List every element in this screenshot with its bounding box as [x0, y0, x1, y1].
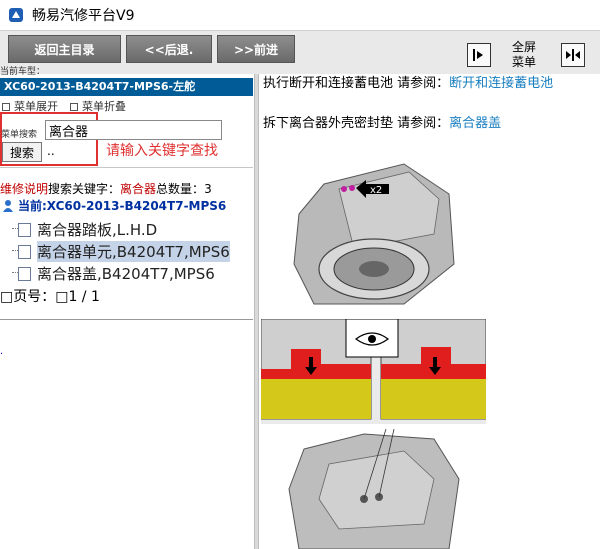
- search-result-summary: 维修说明搜索关键字：离合器总数量：3: [0, 182, 212, 196]
- fullscreen-menu-label[interactable]: 全屏 菜单: [506, 40, 542, 70]
- tree-item[interactable]: 离合器踏板,L.H.D: [12, 219, 157, 240]
- gearbox-illustration: x2: [293, 163, 455, 305]
- search-dots: ..: [47, 144, 55, 158]
- document-icon: [18, 244, 31, 259]
- tree-item[interactable]: 离合器单元,B4204T7,MPS6: [12, 241, 230, 262]
- link-dot[interactable]: .: [0, 346, 3, 357]
- left-panel: 当前车型： XC60-2013-B4204T7-MPS6-左舵 菜单展开 菜单折…: [0, 67, 253, 549]
- arrow-right-icon: [473, 49, 483, 61]
- tree-item[interactable]: 离合器盖,B4204T7,MPS6: [12, 263, 215, 284]
- window-title: 畅易汽修平台V9: [32, 8, 135, 24]
- document-icon: [18, 266, 31, 281]
- forward-button[interactable]: >>前进: [217, 35, 295, 63]
- collapse-menu-icon[interactable]: [467, 43, 491, 67]
- content-panel: 执行断开和连接蓄电池 请参阅：断开和连接蓄电池 拆下离合器外壳密封垫 请参阅：离…: [259, 74, 600, 549]
- search-hint: 请输入关键字查找: [106, 143, 218, 159]
- step-line: 执行断开和连接蓄电池 请参阅：断开和连接蓄电池: [263, 76, 554, 91]
- tree-root[interactable]: 当前:XC60-2013-B4204T7-MPS6: [2, 197, 226, 214]
- divider: [0, 167, 253, 168]
- document-icon: [18, 222, 31, 237]
- seal-detail-illustration: [261, 319, 486, 424]
- back-main-button[interactable]: 返回主目录: [8, 35, 121, 63]
- current-model-label: 当前车型：: [0, 67, 46, 77]
- current-model-bar: XC60-2013-B4204T7-MPS6-左舵: [0, 78, 253, 96]
- toolbar: 返回主目录 <<后退. >>前进 全屏 菜单: [0, 30, 600, 74]
- expand-arrows-icon: [566, 49, 580, 61]
- title-bar: 畅易汽修平台V9: [0, 0, 600, 30]
- search-button[interactable]: 搜索: [2, 142, 42, 162]
- user-icon: [3, 199, 13, 212]
- app-icon: [9, 8, 23, 22]
- back-button[interactable]: <<后退.: [126, 35, 212, 63]
- reference-link[interactable]: 离合器盖: [449, 116, 501, 131]
- search-input[interactable]: [45, 120, 222, 140]
- checkbox-icon: [70, 103, 78, 111]
- step-line: 拆下离合器外壳密封垫 请参阅：离合器盖: [263, 116, 502, 131]
- search-label: 菜单搜索: [1, 130, 38, 140]
- page-number: □页号：□1 / 1: [0, 289, 100, 305]
- reference-link[interactable]: 断开和连接蓄电池: [449, 76, 553, 91]
- gearbox-bottom-illustration: [288, 429, 460, 549]
- checkbox-icon: [2, 103, 10, 111]
- divider: [0, 319, 253, 320]
- callout-label: x2: [370, 185, 382, 196]
- fullscreen-menu-icon[interactable]: [561, 43, 585, 67]
